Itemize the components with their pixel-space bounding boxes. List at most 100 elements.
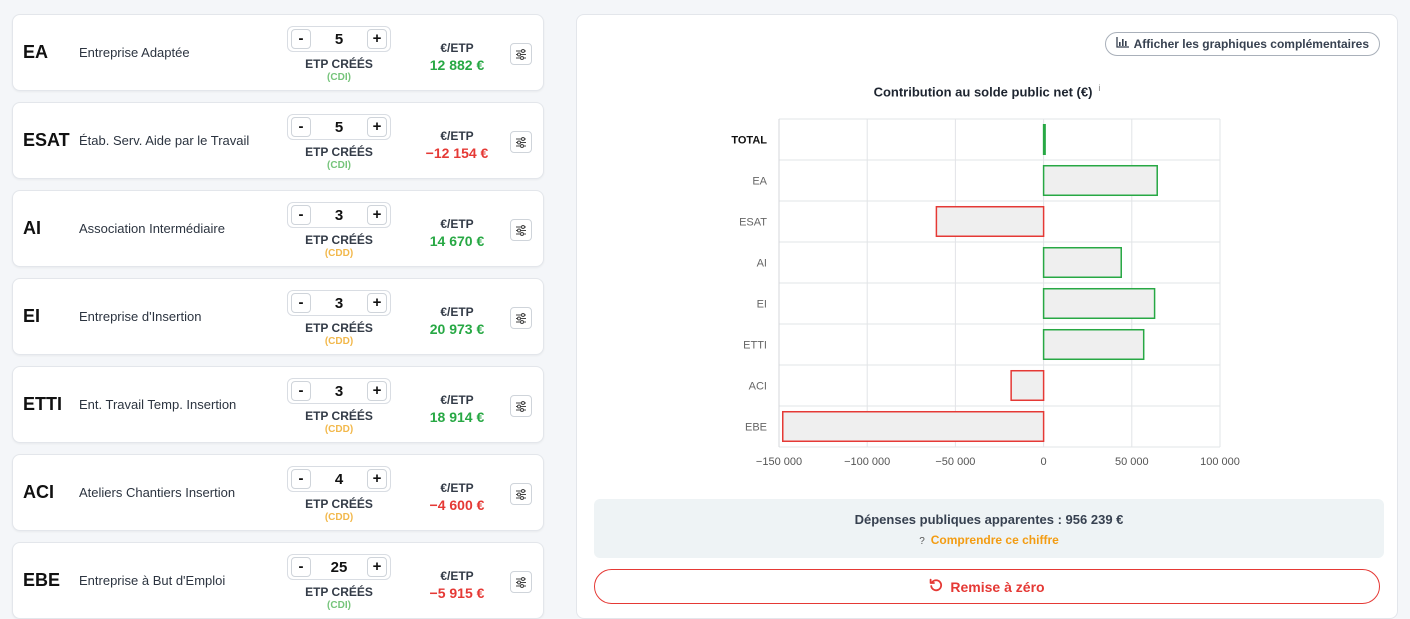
structure-code: ACI (23, 482, 54, 502)
etp-count[interactable]: 3 (335, 383, 343, 400)
structure-card-esat: ESAT Étab. Serv. Aide par le Travail - 5 + ET… (12, 102, 544, 179)
etp-count[interactable]: 25 (331, 559, 348, 576)
bar-etti[interactable] (1042, 328, 1145, 361)
decrement-button[interactable]: - (291, 469, 311, 489)
question-icon: ? (919, 536, 925, 547)
eur-per-etp-label: €/ETP (440, 569, 474, 583)
structure-label: Entreprise d'Insertion (79, 309, 202, 324)
x-tick-label: −150 000 (756, 456, 802, 468)
etp-created-label: ETP CRÉÉS (305, 57, 373, 71)
sliders-icon (516, 312, 526, 324)
etp-created-label: ETP CRÉÉS (305, 233, 373, 247)
decrement-button[interactable]: - (291, 381, 311, 401)
structure-code: ESAT (23, 130, 70, 150)
decrement-button[interactable]: - (291, 205, 311, 225)
structure-label: Ent. Travail Temp. Insertion (79, 397, 237, 412)
eur-per-etp-value: 18 914 € (429, 409, 485, 425)
etp-count[interactable]: 3 (335, 207, 343, 224)
etp-stepper: - 3 + (287, 378, 391, 404)
settings-sliders-button[interactable] (510, 43, 532, 65)
sliders-icon (516, 400, 526, 412)
settings-sliders-button[interactable] (510, 395, 532, 417)
structure-label: Étab. Serv. Aide par le Travail (79, 133, 250, 148)
etp-stepper: - 3 + (287, 290, 391, 316)
decrement-button[interactable]: - (291, 29, 311, 49)
settings-sliders-button[interactable] (510, 483, 532, 505)
x-tick-label: 0 (1041, 456, 1047, 468)
eur-per-etp-label: €/ETP (440, 393, 474, 407)
eur-per-etp-value: 14 670 € (429, 233, 485, 249)
decrement-button[interactable]: - (291, 117, 311, 137)
y-tick-label: ACI (749, 381, 767, 393)
settings-sliders-button[interactable] (510, 307, 532, 329)
y-tick-label: AI (757, 258, 767, 270)
structure-code: EA (23, 42, 49, 62)
settings-sliders-button[interactable] (510, 131, 532, 153)
etp-created-label: ETP CRÉÉS (305, 497, 373, 511)
etp-stepper: - 3 + (287, 202, 391, 228)
sliders-icon (516, 224, 526, 236)
contract-type: (CDD) (324, 248, 354, 259)
increment-button[interactable]: + (367, 117, 387, 137)
etp-count[interactable]: 5 (335, 31, 343, 48)
etp-stepper: - 25 + (287, 554, 391, 580)
understand-figure-link[interactable]: ? Comprendre ce chiffre (594, 533, 1384, 547)
structure-code: EBE (23, 570, 61, 590)
eur-per-etp-value: −5 915 € (429, 585, 485, 601)
sliders-icon (516, 48, 526, 60)
etp-stepper: - 5 + (287, 26, 391, 52)
etp-count[interactable]: 3 (335, 295, 343, 312)
increment-button[interactable]: + (367, 205, 387, 225)
contract-type: (CDD) (324, 512, 354, 523)
bar-ebe[interactable] (781, 410, 1045, 443)
bar-aci[interactable] (1010, 369, 1045, 402)
reset-button[interactable]: Remise à zéro (594, 569, 1380, 604)
etp-stepper: - 4 + (287, 466, 391, 492)
contribution-bar-chart: −150 000 −100 000 −50 000 0 50 000 100 000 TOT… (731, 118, 1240, 468)
sliders-icon (516, 488, 526, 500)
contract-type: (CDI) (327, 160, 351, 171)
x-tick-label: −100 000 (844, 456, 890, 468)
etp-count[interactable]: 5 (335, 119, 343, 136)
contract-type: (CDI) (327, 72, 351, 83)
eur-per-etp-label: €/ETP (440, 129, 474, 143)
etp-created-label: ETP CRÉÉS (305, 321, 373, 335)
structure-label: Entreprise à But d'Emploi (79, 573, 226, 588)
eur-per-etp-value: 20 973 € (429, 321, 485, 337)
y-tick-label: EA (752, 176, 767, 188)
bar-total[interactable] (1042, 123, 1046, 156)
settings-sliders-button[interactable] (510, 571, 532, 593)
structure-label: Entreprise Adaptée (79, 45, 190, 60)
bar-ea[interactable] (1042, 164, 1158, 197)
eur-per-etp-value: −4 600 € (429, 497, 485, 513)
decrement-button[interactable]: - (291, 557, 311, 577)
eur-per-etp-label: €/ETP (440, 481, 474, 495)
x-tick-label: 50 000 (1115, 456, 1149, 468)
increment-button[interactable]: + (367, 293, 387, 313)
structure-code: EI (23, 306, 41, 326)
decrement-button[interactable]: - (291, 293, 311, 313)
increment-button[interactable]: + (367, 29, 387, 49)
bar-ai[interactable] (1042, 246, 1122, 279)
contract-type: (CDD) (324, 424, 354, 435)
increment-button[interactable]: + (367, 557, 387, 577)
y-tick-label: ETTI (743, 340, 767, 352)
bar-ei[interactable] (1042, 287, 1156, 320)
y-tick-label: TOTAL (731, 135, 767, 147)
etp-count[interactable]: 4 (335, 471, 343, 488)
structure-code: AI (23, 218, 41, 238)
etp-created-label: ETP CRÉÉS (305, 145, 373, 159)
understand-figure-label: Comprendre ce chiffre (930, 533, 1059, 547)
chart-panel: Afficher les graphiques complémentaires … (576, 14, 1398, 619)
increment-button[interactable]: + (367, 469, 387, 489)
structure-list: EA Entreprise Adaptée -5 + ETP CRÉÉS (CDI) €/E… (12, 14, 544, 619)
etp-created-label: ETP CRÉÉS (305, 409, 373, 423)
increment-button[interactable]: + (367, 381, 387, 401)
y-tick-label: EBE (745, 422, 767, 434)
structure-label: Association Intermédiaire (79, 221, 225, 236)
bar-esat[interactable] (935, 205, 1045, 238)
sliders-icon (516, 136, 526, 148)
settings-sliders-button[interactable] (510, 219, 532, 241)
structure-card-etti: ETTI Ent. Travail Temp. Insertion - 3 + ETP C… (12, 366, 544, 443)
structure-label: Ateliers Chantiers Insertion (79, 485, 236, 500)
